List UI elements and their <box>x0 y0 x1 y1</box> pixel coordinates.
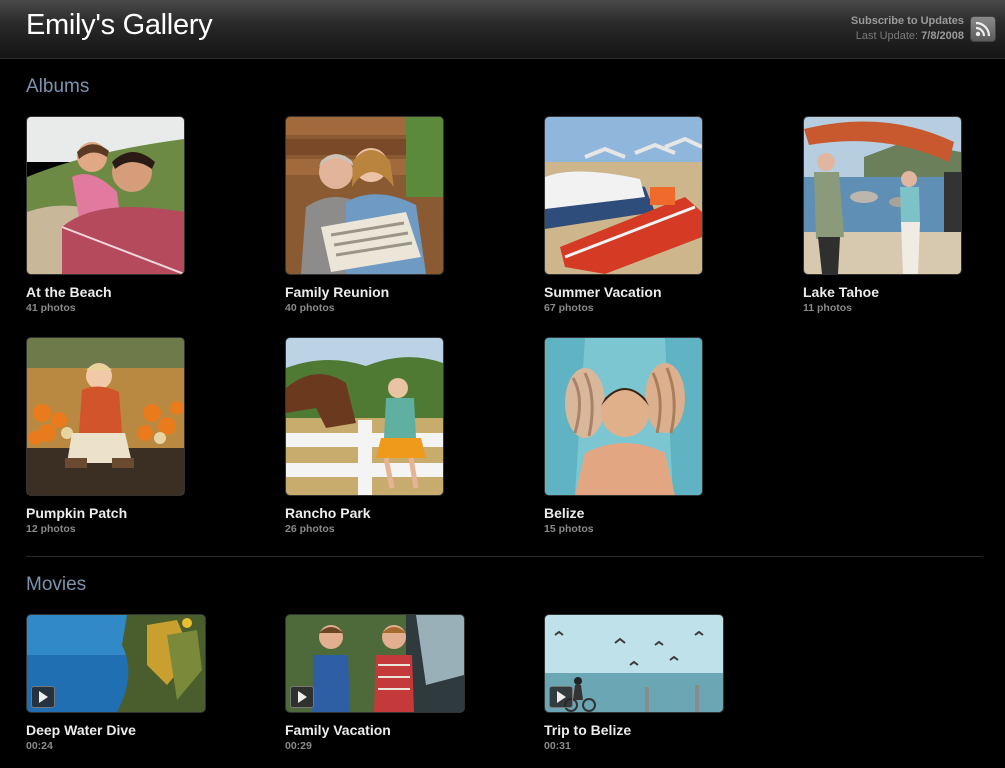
subscribe-area: Subscribe to Updates Last Update: 7/8/20… <box>851 14 964 44</box>
album-summer-vacation[interactable]: Summer Vacation 67 photos <box>544 116 703 314</box>
movie-trip-to-belize[interactable]: Trip to Belize 00:31 <box>544 614 724 752</box>
movies-heading: Movies <box>26 574 87 595</box>
movie-title[interactable]: Deep Water Dive <box>26 722 206 738</box>
last-update-label: Last Update: <box>855 30 919 42</box>
album-title[interactable]: Belize <box>544 505 703 521</box>
last-update-date: 7/8/2008 <box>921 30 964 42</box>
rss-feed-icon[interactable] <box>970 16 996 42</box>
play-icon[interactable] <box>31 686 55 708</box>
album-family-reunion[interactable]: Family Reunion 40 photos <box>285 116 444 314</box>
movie-thumbnail[interactable] <box>544 614 724 713</box>
album-thumbnail[interactable] <box>544 337 703 496</box>
album-at-the-beach[interactable]: At the Beach 41 photos <box>26 116 185 314</box>
movie-duration: 00:29 <box>285 740 312 752</box>
album-photo-count: 15 photos <box>544 523 594 535</box>
album-thumbnail[interactable] <box>26 337 185 496</box>
subscribe-link[interactable]: Subscribe to Updates <box>851 14 964 29</box>
album-title[interactable]: Pumpkin Patch <box>26 505 185 521</box>
album-thumbnail[interactable] <box>26 116 185 275</box>
album-photo-count: 11 photos <box>803 302 853 314</box>
album-rancho-park[interactable]: Rancho Park 26 photos <box>285 337 444 535</box>
gallery-header: Emily's Gallery Subscribe to Updates Las… <box>0 0 1005 59</box>
album-thumbnail[interactable] <box>285 337 444 496</box>
album-thumbnail[interactable] <box>544 116 703 275</box>
movie-title[interactable]: Trip to Belize <box>544 722 724 738</box>
album-thumbnail[interactable] <box>803 116 962 275</box>
album-title[interactable]: At the Beach <box>26 284 185 300</box>
album-title[interactable]: Summer Vacation <box>544 284 703 300</box>
movie-thumbnail[interactable] <box>285 614 465 713</box>
album-title[interactable]: Family Reunion <box>285 284 444 300</box>
album-lake-tahoe[interactable]: Lake Tahoe 11 photos <box>803 116 962 314</box>
album-photo-count: 41 photos <box>26 302 76 314</box>
movie-family-vacation[interactable]: Family Vacation 00:29 <box>285 614 465 752</box>
album-photo-count: 40 photos <box>285 302 335 314</box>
movie-deep-water-dive[interactable]: Deep Water Dive 00:24 <box>26 614 206 752</box>
album-title[interactable]: Lake Tahoe <box>803 284 962 300</box>
album-thumbnail[interactable] <box>285 116 444 275</box>
section-divider <box>26 556 983 557</box>
movie-thumbnail[interactable] <box>26 614 206 713</box>
album-photo-count: 67 photos <box>544 302 594 314</box>
album-title[interactable]: Rancho Park <box>285 505 444 521</box>
play-icon[interactable] <box>290 686 314 708</box>
movie-duration: 00:24 <box>26 740 53 752</box>
page-title: Emily's Gallery <box>26 9 213 41</box>
movie-title[interactable]: Family Vacation <box>285 722 465 738</box>
movie-duration: 00:31 <box>544 740 571 752</box>
albums-heading: Albums <box>26 76 90 97</box>
album-pumpkin-patch[interactable]: Pumpkin Patch 12 photos <box>26 337 185 535</box>
album-belize[interactable]: Belize 15 photos <box>544 337 703 535</box>
album-photo-count: 26 photos <box>285 523 335 535</box>
album-photo-count: 12 photos <box>26 523 76 535</box>
play-icon[interactable] <box>549 686 573 708</box>
